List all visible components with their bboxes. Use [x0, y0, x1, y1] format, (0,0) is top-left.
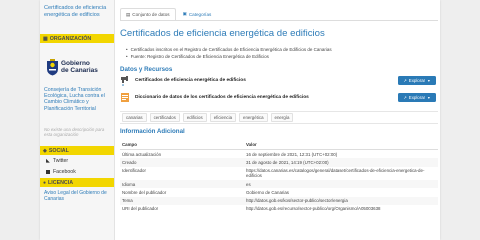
facebook-link[interactable]: Facebook: [40, 166, 114, 177]
tag[interactable]: energética: [239, 113, 268, 122]
logo-line-1: Gobierno: [61, 60, 90, 67]
field-value: es: [244, 180, 438, 189]
field-value: 31 de agosto de 2021, 14:19 (UTC+02:00): [244, 158, 438, 167]
description-item: Certificados inscritos en el Registro de…: [126, 46, 332, 53]
dataset-icon: ▤: [126, 11, 131, 17]
field-name: Nombre del publicador: [122, 189, 167, 195]
building-icon: ▦: [43, 35, 48, 42]
page-title: Certificados de eficiencia energética de…: [120, 28, 325, 39]
resource-title[interactable]: Certificados de eficiencia energética de…: [135, 78, 246, 83]
license-icon: ●: [43, 179, 47, 186]
resource-item[interactable]: Diccionario de datos de los certificados…: [120, 91, 438, 103]
field-name: Identificador: [122, 167, 146, 173]
caret-down-icon: ▼: [427, 95, 431, 100]
resources-heading: Datos y Recursos: [120, 66, 173, 73]
field-name: Idioma: [120, 180, 244, 189]
tag[interactable]: eficiencia: [209, 113, 237, 122]
additional-info-table: Campo Valor Última actualización 16 de s…: [120, 141, 438, 213]
twitter-icon: ◣: [46, 157, 50, 164]
field-name: Última actualización: [122, 151, 162, 157]
social-heading-label: SOCIAL: [48, 147, 69, 154]
table-row: URI del publicador http://datos.gob.es/r…: [120, 205, 438, 213]
twitter-link[interactable]: ◣ Twitter: [40, 155, 114, 166]
organization-link[interactable]: Consejería de Transición Ecológica, Luch…: [40, 83, 114, 127]
field-value: Gobierno de Canarias: [246, 189, 289, 195]
license-link[interactable]: Aviso Legal del Gobierno de Canarias: [40, 187, 114, 202]
organization-heading: ▦ ORGANIZACIÓN: [40, 34, 114, 43]
tab-categories-label: Categorías: [188, 11, 212, 17]
category-icon: ▣: [182, 11, 187, 16]
table-header: Valor: [244, 141, 438, 151]
table-header-row: Campo Valor: [120, 141, 438, 151]
description-item: Fuente: Registro de Certificados de Efic…: [126, 53, 332, 60]
explore-button-label: Explorar: [408, 95, 426, 100]
resource-item[interactable]: Certificados de eficiencia energética de…: [120, 75, 438, 86]
share-icon: ◈: [43, 147, 47, 154]
field-value[interactable]: http://datos.gob.es/kos/sector-publico/s…: [244, 196, 438, 205]
organization-description: No existe una descripción para esta orga…: [44, 127, 105, 138]
page-frame: Certificados de eficiencia energética de…: [40, 0, 440, 240]
facebook-icon: [46, 169, 50, 174]
field-name: Creado: [120, 158, 244, 167]
sidebar: Certificados de eficiencia energética de…: [40, 0, 115, 240]
table-row: Tema http://datos.gob.es/kos/sector-publ…: [120, 196, 438, 205]
sidebar-dataset-title[interactable]: Certificados de eficiencia energética de…: [40, 0, 114, 34]
caret-down-icon: ▼: [427, 78, 431, 83]
resource-title[interactable]: Diccionario de datos de los certificados…: [135, 95, 309, 100]
explore-button-label: Explorar: [408, 78, 426, 83]
dataset-description: Certificados inscritos en el Registro de…: [126, 46, 332, 60]
dictionary-icon: [121, 92, 129, 102]
tag[interactable]: canarias: [122, 113, 147, 122]
license-heading-label: LICENCIA: [48, 179, 74, 186]
organization-heading-label: ORGANIZACIÓN: [49, 35, 92, 42]
logo-line-2: de Canarias: [61, 67, 98, 74]
field-name: URI del publicador: [122, 206, 159, 212]
table-row: Idioma es: [120, 180, 438, 189]
additional-info-heading: Información Adicional: [120, 128, 185, 135]
tag[interactable]: energía: [270, 113, 294, 122]
field-value[interactable]: https://datos.canarias.es/catalogos/gene…: [244, 167, 438, 181]
crest-icon: [47, 58, 58, 75]
twitter-label: Twitter: [52, 157, 69, 164]
tap-icon: [121, 76, 128, 86]
license-heading: ● LICENCIA: [40, 178, 114, 187]
field-value[interactable]: http://datos.gob.es/recurso/sector-publi…: [244, 205, 438, 213]
main-content: ▤ Conjunto de datos ▣ Categorías Certifi…: [120, 0, 438, 240]
logo-text: Gobierno de Canarias: [61, 60, 98, 74]
table-row: Identificador https://datos.canarias.es/…: [120, 167, 438, 181]
social-heading: ◈ SOCIAL: [40, 146, 114, 155]
field-name: Tema: [120, 196, 244, 205]
field-value: 16 de septiembre de 2021, 12:31 (UTC+02:…: [246, 151, 338, 157]
share-icon: ↗: [403, 95, 407, 100]
gobierno-canarias-logo[interactable]: Gobierno de Canarias: [40, 43, 114, 83]
share-icon: ↗: [403, 78, 407, 83]
table-row: Última actualización 16 de septiembre de…: [120, 150, 438, 159]
tag[interactable]: certificados: [149, 113, 180, 122]
explore-button[interactable]: ↗ Explorar ▼: [398, 76, 436, 85]
tab-categories[interactable]: ▣ Categorías: [178, 8, 217, 20]
tab-dataset-label: Conjunto de datos: [132, 12, 170, 17]
tab-bar: ▤ Conjunto de datos ▣ Categorías: [120, 8, 216, 20]
tab-dataset[interactable]: ▤ Conjunto de datos: [120, 8, 176, 20]
table-header: Campo: [120, 141, 244, 151]
facebook-label: Facebook: [53, 168, 76, 175]
explore-button[interactable]: ↗ Explorar ▼: [398, 93, 436, 102]
tag[interactable]: edificios: [182, 113, 207, 122]
tag-list: canarias certificados edificios eficienc…: [120, 111, 438, 124]
table-row: Creado 31 de agosto de 2021, 14:19 (UTC+…: [120, 158, 438, 167]
tab-divider: [120, 20, 438, 21]
table-row: Nombre del publicador Gobierno de Canari…: [120, 188, 438, 196]
